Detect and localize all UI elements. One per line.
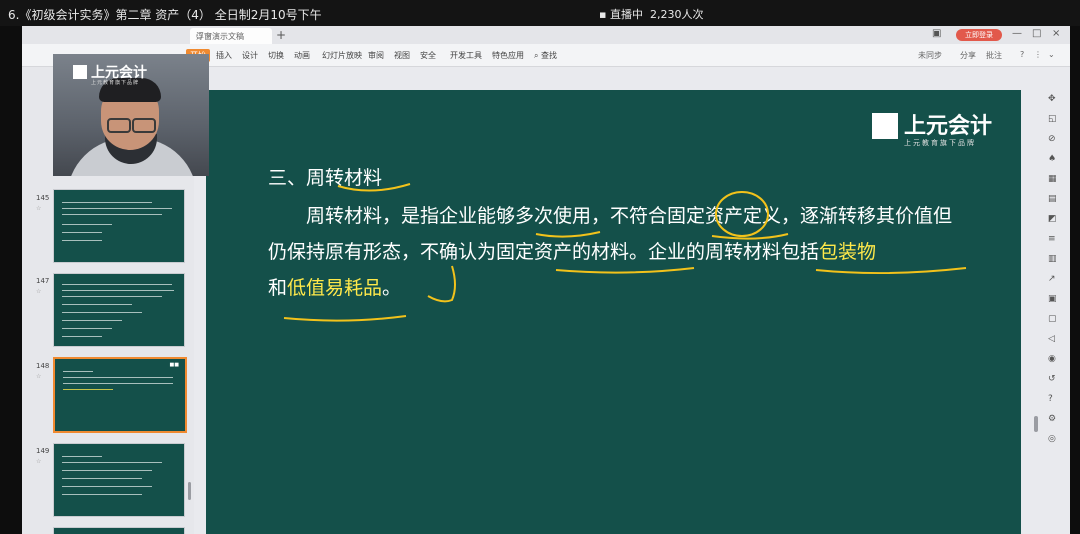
grid-icon[interactable]: ▤ <box>1048 194 1057 204</box>
pin-icon[interactable]: ✥ <box>1048 94 1056 104</box>
thumb-number: 149 <box>36 447 50 455</box>
slide-canvas: 上元会计 上元教育旗下品牌 三、周转材料 周转材料，是指企业能够多次使用，不符合… <box>206 90 1021 534</box>
thumb-star-icon: ☆ <box>36 288 42 295</box>
slide-thumbnail[interactable] <box>53 527 185 534</box>
logo-mark-icon <box>73 65 87 79</box>
location-icon[interactable]: ◎ <box>1048 434 1056 444</box>
highlight-packaging: 包装物 <box>819 241 877 263</box>
ribbon-tab-view[interactable]: 视图 <box>394 50 410 61</box>
thumb-star-icon: ☆ <box>36 373 42 380</box>
ribbon-tab-transition[interactable]: 切换 <box>268 50 284 61</box>
link-icon[interactable]: ⊘ <box>1048 134 1056 144</box>
slide-logo: 上元会计 上元教育旗下品牌 <box>872 108 993 147</box>
share-button[interactable]: 分享 <box>960 50 976 61</box>
slide-thumbnail-selected[interactable]: ■■ <box>53 357 187 433</box>
paragraph-end: 。 <box>382 277 402 299</box>
new-tab-icon[interactable]: + <box>276 28 286 42</box>
ink-underline-low-value <box>283 315 407 322</box>
ribbon-tab-animation[interactable]: 动画 <box>294 50 310 61</box>
glasses-left <box>107 118 131 133</box>
viewer-count: 2,230人次 <box>649 8 704 21</box>
tab-close-icon[interactable]: ○ × <box>196 31 212 40</box>
sync-status[interactable]: 未同步 <box>918 50 942 61</box>
document-tab-strip: 浮窗演示文稿 ○ × + ▣ 立即登录 — □ × <box>22 26 1070 44</box>
align-icon[interactable]: ▥ <box>1048 254 1057 264</box>
minimize-icon[interactable]: — <box>1012 28 1022 39</box>
image-icon[interactable]: ▦ <box>1048 174 1057 184</box>
list-icon[interactable]: ≡ <box>1048 234 1056 244</box>
maximize-icon[interactable]: □ <box>1032 28 1041 39</box>
slide-paragraph: 周转材料，是指企业能够多次使用，不符合固定资产定义，逐渐转移其价值但仍保持原有形… <box>268 198 968 306</box>
ribbon-tab-review[interactable]: 审阅 <box>368 50 384 61</box>
close-window-icon[interactable]: × <box>1052 28 1060 39</box>
shapes-icon[interactable]: ◱ <box>1048 114 1057 124</box>
thumb-number: 148 <box>36 362 50 370</box>
ribbon-tab-design[interactable]: 设计 <box>242 50 258 61</box>
stream-title: 6.《初级会计实务》第二章 资产（4） 全日制2月10号下午 <box>8 8 322 22</box>
history-icon[interactable]: ↺ <box>1048 374 1056 384</box>
thumb-logo: ■■ <box>169 362 179 368</box>
login-button[interactable]: 立即登录 <box>956 29 1002 41</box>
glasses-right <box>132 118 156 133</box>
thumbnail-scrollbar[interactable] <box>188 482 191 500</box>
settings-icon[interactable]: ⚙ <box>1048 414 1056 424</box>
live-status: 直播中 <box>609 8 643 21</box>
webcam-overlay: 上元会计 上元教育旗下品牌 <box>53 54 209 176</box>
slide-thumbnail[interactable] <box>53 189 185 263</box>
thumb-number: 147 <box>36 277 50 285</box>
screen-share: 浮窗演示文稿 ○ × + ▣ 立即登录 — □ × 开始 插入 设计 切换 动画… <box>22 26 1070 534</box>
export-icon[interactable]: ↗ <box>1048 274 1056 284</box>
audio-icon[interactable]: ◁ <box>1048 334 1055 344</box>
document-tab[interactable]: 浮窗演示文稿 ○ × <box>190 28 272 44</box>
webcam-logo-subtitle: 上元教育旗下品牌 <box>91 80 140 86</box>
slide-logo-text: 上元会计 <box>904 114 993 139</box>
right-side-toolbar: ✥ ◱ ⊘ ♠ ▦ ▤ ◩ ≡ ▥ ↗ ▣ ▢ ◁ ◉ ↺ ? ⚙ ◎ <box>1042 90 1066 534</box>
live-indicator: ▪ 直播中 2,230人次 <box>599 6 703 22</box>
slide-thumbnail[interactable] <box>53 273 185 347</box>
table-icon[interactable]: ▣ <box>1048 294 1057 304</box>
ribbon-tab-security[interactable]: 安全 <box>420 50 436 61</box>
help-icon[interactable]: ? <box>1020 50 1024 59</box>
thumb-number: 145 <box>36 194 50 202</box>
more-icon[interactable]: ⋮ <box>1034 50 1042 59</box>
search-icon: ⌕ <box>534 51 542 60</box>
ribbon-tab-developer[interactable]: 开发工具 <box>450 50 482 61</box>
window-layout-icon[interactable]: ▣ <box>932 28 941 39</box>
ribbon-tab-features[interactable]: 特色应用 <box>492 50 524 61</box>
ribbon-tab-insert[interactable]: 插入 <box>216 50 232 61</box>
help-circle-icon[interactable]: ? <box>1048 394 1053 404</box>
comment-button[interactable]: 批注 <box>986 50 1002 61</box>
brush-icon[interactable]: ♠ <box>1048 154 1056 164</box>
pen-annotations <box>283 183 967 322</box>
search-label: 查找 <box>541 51 558 60</box>
live-dot-icon: ▪ <box>599 8 610 21</box>
ribbon-tab-slideshow[interactable]: 幻灯片放映 <box>322 50 362 61</box>
slide-heading: 三、周转材料 <box>268 167 383 189</box>
live-title-bar: 6.《初级会计实务》第二章 资产（4） 全日制2月10号下午 ▪ 直播中 2,2… <box>0 0 1080 26</box>
thumb-star-icon: ☆ <box>36 205 42 212</box>
slide-logo-subtitle: 上元教育旗下品牌 <box>904 139 976 147</box>
slide-scrollbar[interactable] <box>1034 416 1038 432</box>
paragraph-connector: 和 <box>268 277 288 299</box>
record-icon[interactable]: ◉ <box>1048 354 1056 364</box>
frame-icon[interactable]: ▢ <box>1048 314 1057 324</box>
ribbon-search[interactable]: ⌕ 查找 <box>534 50 557 61</box>
logo-mark-icon <box>872 113 898 139</box>
thumb-star-icon: ☆ <box>36 458 42 465</box>
slide-thumbnail[interactable] <box>53 443 185 517</box>
highlight-low-value-consumables: 低值易耗品 <box>287 277 383 299</box>
chart-icon[interactable]: ◩ <box>1048 214 1057 224</box>
collapse-ribbon-icon[interactable]: ⌄ <box>1048 50 1055 59</box>
